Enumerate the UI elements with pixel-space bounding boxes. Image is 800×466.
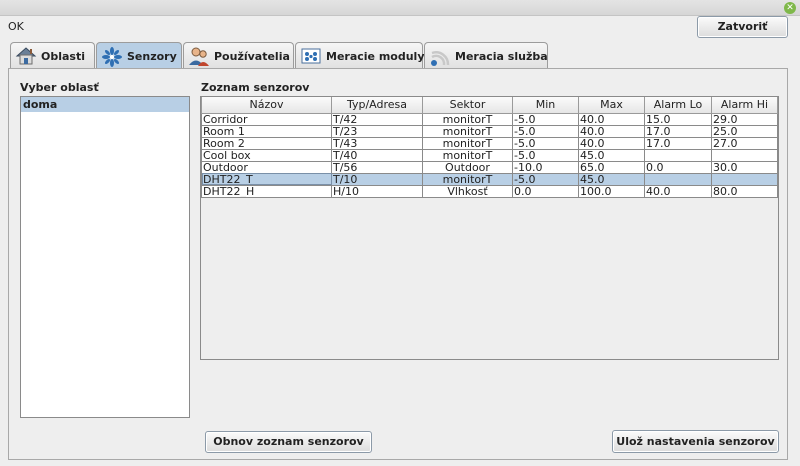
status-text: OK: [8, 20, 24, 33]
cell-type-address[interactable]: T/43: [331, 136, 423, 150]
cell-name[interactable]: Room 1: [201, 124, 332, 138]
cell-alarm-hi[interactable]: [711, 148, 778, 162]
cell-name[interactable]: Corridor: [201, 112, 332, 126]
cell-type-address[interactable]: T/10: [331, 172, 423, 186]
cell-sector[interactable]: monitorT: [422, 136, 513, 150]
cell-type-address[interactable]: H/10: [331, 184, 423, 198]
users-icon: [188, 45, 210, 67]
save-sensor-settings-button[interactable]: Ulož nastavenia senzorov: [612, 430, 779, 453]
cell-max[interactable]: 65.0: [578, 160, 645, 174]
sensor-table-container[interactable]: Názov Typ/Adresa Sektor Min Max Alarm Lo…: [200, 96, 779, 360]
column-header-max[interactable]: Max: [578, 97, 645, 114]
cell-sector[interactable]: monitorT: [422, 124, 513, 138]
cell-sector[interactable]: Outdoor: [422, 160, 513, 174]
sensor-list-label: Zoznam senzorov: [201, 81, 310, 94]
house-icon: [15, 45, 37, 67]
cell-alarm-lo[interactable]: 0.0: [644, 160, 712, 174]
tab-label: Senzory: [127, 50, 177, 63]
cell-alarm-lo[interactable]: 17.0: [644, 136, 712, 150]
window-close-icon[interactable]: ✕: [784, 2, 796, 14]
area-list-label: Vyber oblasť: [20, 81, 99, 94]
cell-max[interactable]: 45.0: [578, 148, 645, 162]
table-header-row: Názov Typ/Adresa Sektor Min Max Alarm Lo…: [201, 97, 778, 114]
column-header-alarm-lo[interactable]: Alarm Lo: [644, 97, 712, 114]
tab-sensors[interactable]: Senzory: [96, 42, 182, 70]
cell-min[interactable]: 0.0: [512, 184, 579, 198]
sensor-table: Názov Typ/Adresa Sektor Min Max Alarm Lo…: [201, 97, 778, 198]
close-button[interactable]: Zatvoriť: [697, 16, 788, 38]
cell-type-address[interactable]: T/42: [331, 112, 423, 126]
cell-max[interactable]: 100.0: [578, 184, 645, 198]
cell-name[interactable]: DHT22_T: [201, 172, 332, 186]
cell-min[interactable]: -5.0: [512, 112, 579, 126]
cell-alarm-lo[interactable]: 17.0: [644, 124, 712, 138]
tab-areas[interactable]: Oblasti: [10, 42, 95, 69]
cell-alarm-hi[interactable]: [711, 172, 778, 186]
cell-min[interactable]: -5.0: [512, 136, 579, 150]
cell-alarm-lo[interactable]: 40.0: [644, 184, 712, 198]
column-header-name[interactable]: Názov: [201, 97, 332, 114]
tab-label: Oblasti: [41, 49, 85, 63]
table-row-selected[interactable]: DHT22_T T/10 monitorT -5.0 45.0: [201, 172, 778, 186]
cell-max[interactable]: 40.0: [578, 112, 645, 126]
cell-min[interactable]: -5.0: [512, 124, 579, 138]
cell-name[interactable]: Cool box: [201, 148, 332, 162]
column-header-min[interactable]: Min: [512, 97, 579, 114]
cell-sector[interactable]: Vlhkosť: [422, 184, 513, 198]
table-row[interactable]: Room 2 T/43 monitorT -5.0 40.0 17.0 27.0: [201, 136, 778, 150]
cell-sector[interactable]: monitorT: [422, 172, 513, 186]
table-row[interactable]: Outdoor T/56 Outdoor -10.0 65.0 0.0 30.0: [201, 160, 778, 174]
cell-alarm-hi[interactable]: 80.0: [711, 184, 778, 198]
tab-measuring-service[interactable]: Meracia služba: [424, 42, 548, 69]
cell-name[interactable]: DHT22_H: [201, 184, 332, 198]
cell-type-address[interactable]: T/23: [331, 124, 423, 138]
cell-alarm-hi[interactable]: 30.0: [711, 160, 778, 174]
cell-name[interactable]: Room 2: [201, 136, 332, 150]
cell-sector[interactable]: monitorT: [422, 148, 513, 162]
cell-alarm-lo[interactable]: [644, 148, 712, 162]
tab-label: Meracia služba: [455, 49, 548, 63]
cell-min[interactable]: -10.0: [512, 160, 579, 174]
column-header-type-address[interactable]: Typ/Adresa: [331, 97, 423, 114]
cell-type-address[interactable]: T/40: [331, 148, 423, 162]
cell-alarm-lo[interactable]: 15.0: [644, 112, 712, 126]
cell-alarm-lo[interactable]: [644, 172, 712, 186]
tab-label: Meracie moduly: [326, 49, 425, 63]
table-row[interactable]: Corridor T/42 monitorT -5.0 40.0 15.0 29…: [201, 112, 778, 126]
cell-alarm-hi[interactable]: 29.0: [711, 112, 778, 126]
table-row[interactable]: DHT22_H H/10 Vlhkosť 0.0 100.0 40.0 80.0: [201, 184, 778, 198]
cell-sector[interactable]: monitorT: [422, 112, 513, 126]
cell-alarm-hi[interactable]: 27.0: [711, 136, 778, 150]
cell-min[interactable]: -5.0: [512, 172, 579, 186]
cell-max[interactable]: 40.0: [578, 136, 645, 150]
wifi-service-icon: [429, 45, 451, 67]
column-header-alarm-hi[interactable]: Alarm Hi: [711, 97, 778, 114]
module-icon: [300, 45, 322, 67]
cell-name[interactable]: Outdoor: [201, 160, 332, 174]
table-row[interactable]: Room 1 T/23 monitorT -5.0 40.0 17.0 25.0: [201, 124, 778, 138]
sensor-burst-icon: [101, 46, 123, 68]
cell-min[interactable]: -5.0: [512, 148, 579, 162]
reload-sensors-button[interactable]: Obnov zoznam senzorov: [205, 431, 372, 453]
cell-max[interactable]: 45.0: [578, 172, 645, 186]
area-list-item[interactable]: doma: [21, 97, 189, 112]
cell-max[interactable]: 40.0: [578, 124, 645, 138]
cell-alarm-hi[interactable]: 25.0: [711, 124, 778, 138]
tab-users[interactable]: Používatelia: [183, 42, 294, 69]
area-list[interactable]: doma: [20, 96, 190, 418]
column-header-sector[interactable]: Sektor: [422, 97, 513, 114]
title-bar: ✕: [0, 0, 800, 16]
table-row[interactable]: Cool box T/40 monitorT -5.0 45.0: [201, 148, 778, 162]
tab-label: Používatelia: [214, 49, 290, 63]
tab-measuring-modules[interactable]: Meracie moduly: [295, 42, 425, 69]
cell-type-address[interactable]: T/56: [331, 160, 423, 174]
